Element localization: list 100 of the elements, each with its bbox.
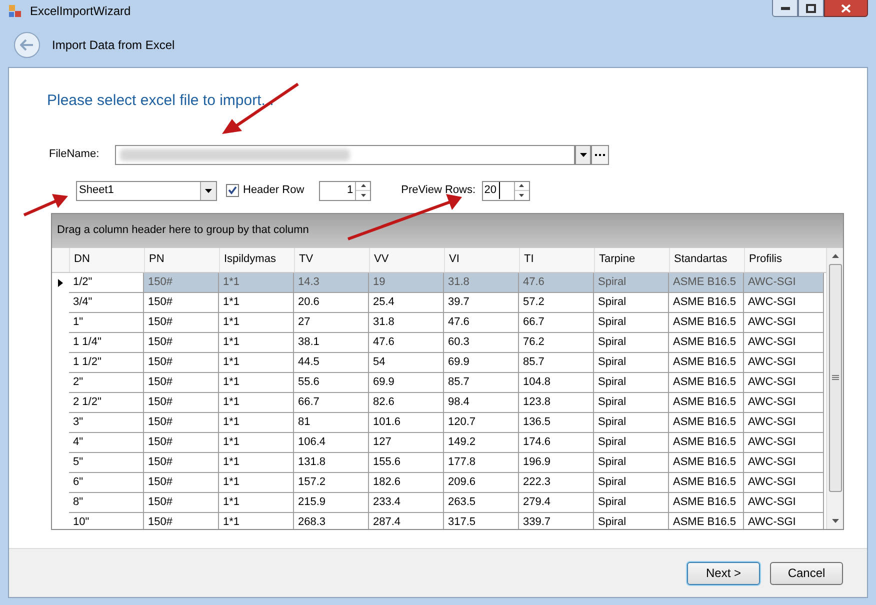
table-cell: AWC-SGI bbox=[744, 372, 824, 392]
table-cell: ASME B16.5 bbox=[669, 512, 744, 528]
table-cell: ASME B16.5 bbox=[669, 472, 744, 492]
table-row[interactable]: 3/4" 150# 1*1 20.6 25.4 39.7 57.2 Spiral ASME B16.5 AWC-SGI bbox=[52, 292, 826, 312]
table-cell: 150# bbox=[144, 392, 219, 412]
table-cell: 150# bbox=[144, 312, 219, 332]
sheet-select[interactable]: Sheet1 bbox=[76, 180, 217, 200]
table-cell: AWC-SGI bbox=[744, 272, 824, 292]
table-cell: 76.2 bbox=[519, 332, 594, 352]
minimize-icon bbox=[780, 6, 790, 10]
table-cell: 150# bbox=[144, 472, 219, 492]
column-header[interactable]: Ispildymas bbox=[219, 248, 294, 272]
table-row[interactable]: 6" 150# 1*1 157.2 182.6 209.6 222.3 Spiral ASME B16.5 AWC-SGI bbox=[52, 472, 826, 492]
table-cell: 150# bbox=[144, 412, 219, 432]
table-cell: 14.3 bbox=[294, 272, 369, 292]
table-cell: 57.2 bbox=[519, 292, 594, 312]
table-cell: Spiral bbox=[594, 432, 669, 452]
header-row-spinner[interactable]: 1 bbox=[319, 180, 372, 200]
table-cell: 69.9 bbox=[369, 372, 444, 392]
column-header[interactable]: PN bbox=[144, 248, 219, 272]
table-row[interactable]: 1/2" 150# 1*1 14.3 19 31.8 47.6 Spiral ASME B16.5 AWC-SGI bbox=[52, 272, 826, 292]
table-cell: 150# bbox=[144, 452, 219, 472]
table-cell: 6" bbox=[69, 472, 144, 492]
file-name-field[interactable] bbox=[115, 144, 575, 164]
spin-down-icon bbox=[360, 194, 366, 197]
table-row[interactable]: 10" 150# 1*1 268.3 287.4 317.5 339.7 Spiral ASME B16.5 AWC-SGI bbox=[52, 512, 826, 528]
column-header[interactable]: Standartas bbox=[669, 248, 744, 272]
table-cell: AWC-SGI bbox=[744, 472, 824, 492]
table-cell: 150# bbox=[144, 492, 219, 512]
table-cell: 157.2 bbox=[294, 472, 369, 492]
column-header[interactable]: DN bbox=[69, 248, 144, 272]
table-cell: 5" bbox=[69, 452, 144, 472]
table-cell: AWC-SGI bbox=[744, 292, 824, 312]
table-row[interactable]: 5" 150# 1*1 131.8 155.6 177.8 196.9 Spiral ASME B16.5 AWC-SGI bbox=[52, 452, 826, 472]
column-header[interactable]: VV bbox=[369, 248, 444, 272]
table-row[interactable]: 1 1/2" 150# 1*1 44.5 54 69.9 85.7 Spiral ASME B16.5 AWC-SGI bbox=[52, 352, 826, 372]
table-cell: ASME B16.5 bbox=[669, 392, 744, 412]
cancel-button[interactable]: Cancel bbox=[770, 562, 843, 584]
table-cell: 82.6 bbox=[369, 392, 444, 412]
window-title: ExcelImportWizard bbox=[30, 3, 131, 20]
table-cell: 150# bbox=[144, 292, 219, 312]
column-header[interactable]: TI bbox=[519, 248, 594, 272]
table-cell: 8" bbox=[69, 492, 144, 512]
table-cell: 10" bbox=[69, 512, 144, 528]
column-header[interactable]: Tarpine bbox=[594, 248, 669, 272]
scroll-thumb[interactable] bbox=[828, 264, 842, 492]
table-row[interactable]: 2 1/2" 150# 1*1 66.7 82.6 98.4 123.8 Spiral ASME B16.5 AWC-SGI bbox=[52, 392, 826, 412]
table-cell: Spiral bbox=[594, 512, 669, 528]
table-row[interactable]: 3" 150# 1*1 81 101.6 120.7 136.5 Spiral ASME B16.5 AWC-SGI bbox=[52, 412, 826, 432]
dropdown-button[interactable] bbox=[575, 144, 591, 164]
table-row[interactable]: 8" 150# 1*1 215.9 233.4 263.5 279.4 Spiral ASME B16.5 AWC-SGI bbox=[52, 492, 826, 512]
maximize-icon bbox=[806, 4, 816, 12]
table-cell: 60.3 bbox=[444, 332, 519, 352]
table-cell: 44.5 bbox=[294, 352, 369, 372]
minimize-button[interactable] bbox=[772, 0, 798, 17]
table-cell: AWC-SGI bbox=[744, 392, 824, 412]
column-header[interactable]: VI bbox=[444, 248, 519, 272]
table-row[interactable]: 1 1/4" 150# 1*1 38.1 47.6 60.3 76.2 Spiral ASME B16.5 AWC-SGI bbox=[52, 332, 826, 352]
table-row[interactable]: 4" 150# 1*1 106.4 127 149.2 174.6 Spiral ASME B16.5 AWC-SGI bbox=[52, 432, 826, 452]
vertical-scrollbar[interactable] bbox=[826, 248, 843, 528]
wizard-title: Import Data from Excel bbox=[52, 36, 175, 54]
table-cell: 1*1 bbox=[219, 312, 294, 332]
table-cell: 19 bbox=[369, 272, 444, 292]
browse-button[interactable] bbox=[591, 144, 609, 164]
scroll-up-icon bbox=[832, 254, 838, 258]
caret-icon bbox=[205, 188, 212, 192]
back-arrow-icon bbox=[20, 38, 34, 50]
column-header[interactable]: Profilis bbox=[744, 248, 824, 272]
table-cell: 2" bbox=[69, 372, 144, 392]
table-row[interactable]: 1" 150# 1*1 27 31.8 47.6 66.7 Spiral ASME B16.5 AWC-SGI bbox=[52, 312, 826, 332]
table-cell: 222.3 bbox=[519, 472, 594, 492]
app-icon bbox=[8, 4, 22, 18]
table-cell: 155.6 bbox=[369, 452, 444, 472]
table-cell: 39.7 bbox=[444, 292, 519, 312]
table-cell: AWC-SGI bbox=[744, 332, 824, 352]
table-cell: 317.5 bbox=[444, 512, 519, 528]
table-cell: 123.8 bbox=[519, 392, 594, 412]
table-cell: 150# bbox=[144, 372, 219, 392]
table-cell: AWC-SGI bbox=[744, 452, 824, 472]
table-row[interactable]: 2" 150# 1*1 55.6 69.9 85.7 104.8 Spiral ASME B16.5 AWC-SGI bbox=[52, 372, 826, 392]
close-button[interactable] bbox=[824, 0, 868, 17]
table-cell: 1*1 bbox=[219, 512, 294, 528]
table-cell: 1*1 bbox=[219, 352, 294, 372]
table-cell: Spiral bbox=[594, 332, 669, 352]
table-cell: ASME B16.5 bbox=[669, 412, 744, 432]
spin-down-icon bbox=[519, 194, 524, 197]
table-cell: 47.6 bbox=[369, 332, 444, 352]
column-header[interactable]: TV bbox=[294, 248, 369, 272]
table-cell: 85.7 bbox=[444, 372, 519, 392]
table-cell: 1*1 bbox=[219, 472, 294, 492]
maximize-button[interactable] bbox=[798, 0, 824, 17]
table-cell: 233.4 bbox=[369, 492, 444, 512]
table-cell: Spiral bbox=[594, 372, 669, 392]
current-row-icon bbox=[58, 278, 63, 286]
preview-rows-spinner[interactable]: 20 bbox=[482, 180, 530, 200]
table-cell: 106.4 bbox=[294, 432, 369, 452]
header-row-checkbox[interactable] bbox=[226, 184, 239, 197]
table-cell: 104.8 bbox=[519, 372, 594, 392]
table-cell: AWC-SGI bbox=[744, 312, 824, 332]
next-button[interactable]: Next > bbox=[687, 562, 760, 584]
